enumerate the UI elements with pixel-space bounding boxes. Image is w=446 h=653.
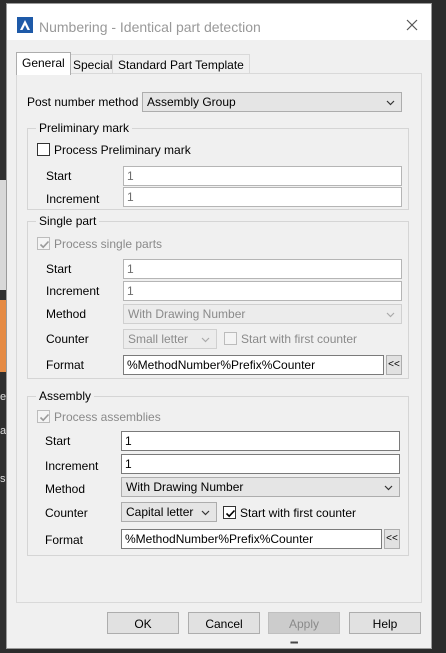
resize-grip-icon[interactable]: ▪▪▪▪ — [290, 638, 298, 647]
close-icon[interactable] — [403, 16, 421, 34]
cancel-button[interactable]: Cancel — [188, 612, 260, 634]
tab-general[interactable]: General — [16, 52, 71, 75]
apply-button[interactable]: Apply — [268, 612, 340, 634]
process-single-parts-label: Process single parts — [54, 237, 163, 251]
single-increment-input[interactable]: 1 — [123, 281, 402, 301]
general-tab-panel: Post number method Assembly Group Prelim… — [16, 73, 422, 603]
numbering-dialog: Numbering - Identical part detection Gen… — [6, 3, 432, 649]
assembly-method-select[interactable]: With Drawing Number — [121, 477, 400, 497]
chevron-down-icon — [386, 312, 395, 318]
assembly-start-first-label: Start with first counter — [240, 506, 357, 520]
checkmark-icon — [39, 240, 50, 249]
assembly-increment-input[interactable]: 1 — [121, 454, 400, 474]
single-format-input[interactable]: %MethodNumber%Prefix%Counter — [123, 355, 384, 375]
single-format-insert-button[interactable]: << — [386, 355, 402, 375]
assembly-format-input[interactable]: %MethodNumber%Prefix%Counter — [121, 529, 382, 549]
single-increment-label: Increment — [46, 284, 100, 298]
process-preliminary-mark-label: Process Preliminary mark — [54, 143, 191, 157]
help-button[interactable]: Help — [349, 612, 421, 634]
preliminary-start-label: Start — [46, 169, 72, 183]
checkmark-icon — [225, 509, 236, 518]
chevron-down-icon — [201, 337, 210, 343]
single-counter-value: Small letter — [128, 332, 189, 346]
single-method-label: Method — [46, 307, 87, 321]
ok-button[interactable]: OK — [107, 612, 179, 634]
checkmark-icon — [39, 413, 50, 422]
assembly-format-insert-button[interactable]: << — [384, 529, 400, 549]
assembly-increment-label: Increment — [45, 459, 99, 473]
assembly-method-value: With Drawing Number — [126, 480, 244, 494]
process-preliminary-mark-checkbox[interactable] — [37, 143, 50, 156]
single-start-input[interactable]: 1 — [123, 259, 402, 279]
preliminary-start-input[interactable]: 1 — [123, 166, 402, 186]
assembly-start-input[interactable]: 1 — [121, 431, 400, 451]
assembly-format-label: Format — [45, 533, 84, 547]
chevron-down-icon — [384, 485, 393, 491]
preliminary-mark-legend: Preliminary mark — [36, 121, 133, 135]
process-assemblies-checkbox[interactable] — [37, 410, 50, 423]
single-start-first-checkbox[interactable] — [224, 332, 237, 345]
assembly-counter-value: Capital letter — [126, 505, 194, 519]
autocad-logo-icon — [17, 17, 33, 33]
preliminary-increment-input[interactable]: 1 — [123, 187, 402, 207]
single-counter-select[interactable]: Small letter — [123, 329, 217, 349]
post-number-method-select[interactable]: Assembly Group — [142, 92, 402, 112]
process-assemblies-label: Process assemblies — [54, 410, 161, 424]
single-part-legend: Single part — [36, 214, 100, 228]
background-text: s — [0, 473, 6, 485]
assembly-start-label: Start — [45, 434, 71, 448]
assembly-legend: Assembly — [36, 389, 95, 403]
preliminary-increment-label: Increment — [46, 192, 100, 206]
single-method-select[interactable]: With Drawing Number — [123, 304, 402, 324]
single-method-value: With Drawing Number — [128, 307, 246, 321]
window-title: Numbering - Identical part detection — [39, 19, 261, 35]
post-number-method-value: Assembly Group — [147, 95, 236, 109]
title-bar[interactable]: Numbering - Identical part detection — [7, 4, 431, 40]
assembly-method-label: Method — [45, 482, 86, 496]
single-counter-label: Counter — [46, 332, 89, 346]
chevron-down-icon — [386, 100, 395, 106]
assembly-counter-label: Counter — [45, 506, 88, 520]
single-format-label: Format — [46, 358, 85, 372]
process-single-parts-checkbox[interactable] — [37, 237, 50, 250]
assembly-counter-select[interactable]: Capital letter — [121, 502, 217, 522]
chevron-down-icon — [201, 510, 210, 516]
single-start-label: Start — [46, 262, 72, 276]
single-start-first-label: Start with first counter — [241, 332, 358, 346]
post-number-method-label: Post number method — [27, 95, 139, 109]
tab-special[interactable]: Special — [67, 54, 119, 74]
tab-standard-part-template[interactable]: Standard Part Template — [112, 54, 250, 74]
assembly-start-first-checkbox[interactable] — [223, 506, 236, 519]
